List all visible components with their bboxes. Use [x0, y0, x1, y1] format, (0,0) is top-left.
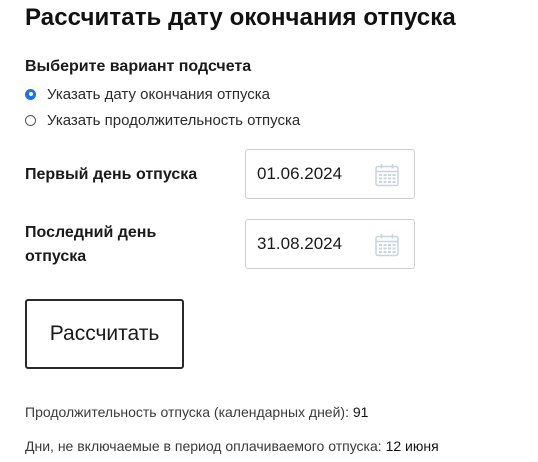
duration-result: Продолжительность отпуска (календарных д…	[25, 404, 368, 420]
excluded-days-label: Дни, не включаемые в период оплачиваемог…	[25, 438, 382, 454]
calculation-mode-label: Выберите вариант подсчета	[25, 58, 252, 75]
vacation-end-date-calculator: Рассчитать дату окончания отпуска Выбери…	[0, 0, 538, 462]
excluded-days-result: Дни, не включаемые в период оплачиваемог…	[25, 438, 439, 454]
duration-result-label: Продолжительность отпуска (календарных д…	[25, 404, 349, 420]
first-day-label: Первый день отпуска	[25, 166, 198, 183]
calendar-icon[interactable]	[374, 162, 400, 188]
last-day-date-value[interactable]: 31.08.2024	[257, 234, 342, 254]
first-day-date-input[interactable]: 01.06.2024	[245, 149, 415, 199]
last-day-label: Последний день отпуска	[25, 224, 157, 265]
radio-option-label: Указать продолжительность отпуска	[47, 111, 301, 129]
radio-button-checked[interactable]	[25, 88, 36, 100]
radio-option-duration[interactable]: Указать продолжительность отпуска	[25, 110, 300, 130]
radio-button-unchecked[interactable]	[25, 114, 36, 126]
radio-option-label: Указать дату окончания отпуска	[47, 85, 271, 103]
calendar-icon[interactable]	[374, 232, 400, 258]
first-day-date-value[interactable]: 01.06.2024	[257, 164, 342, 184]
excluded-days-value: 12 июня	[385, 438, 439, 454]
radio-option-end-date[interactable]: Указать дату окончания отпуска	[25, 84, 270, 104]
page-title: Рассчитать дату окончания отпуска	[25, 4, 456, 31]
calculate-button[interactable]: Рассчитать	[25, 299, 184, 369]
last-day-date-input[interactable]: 31.08.2024	[245, 219, 415, 269]
duration-result-value: 91	[352, 404, 369, 420]
